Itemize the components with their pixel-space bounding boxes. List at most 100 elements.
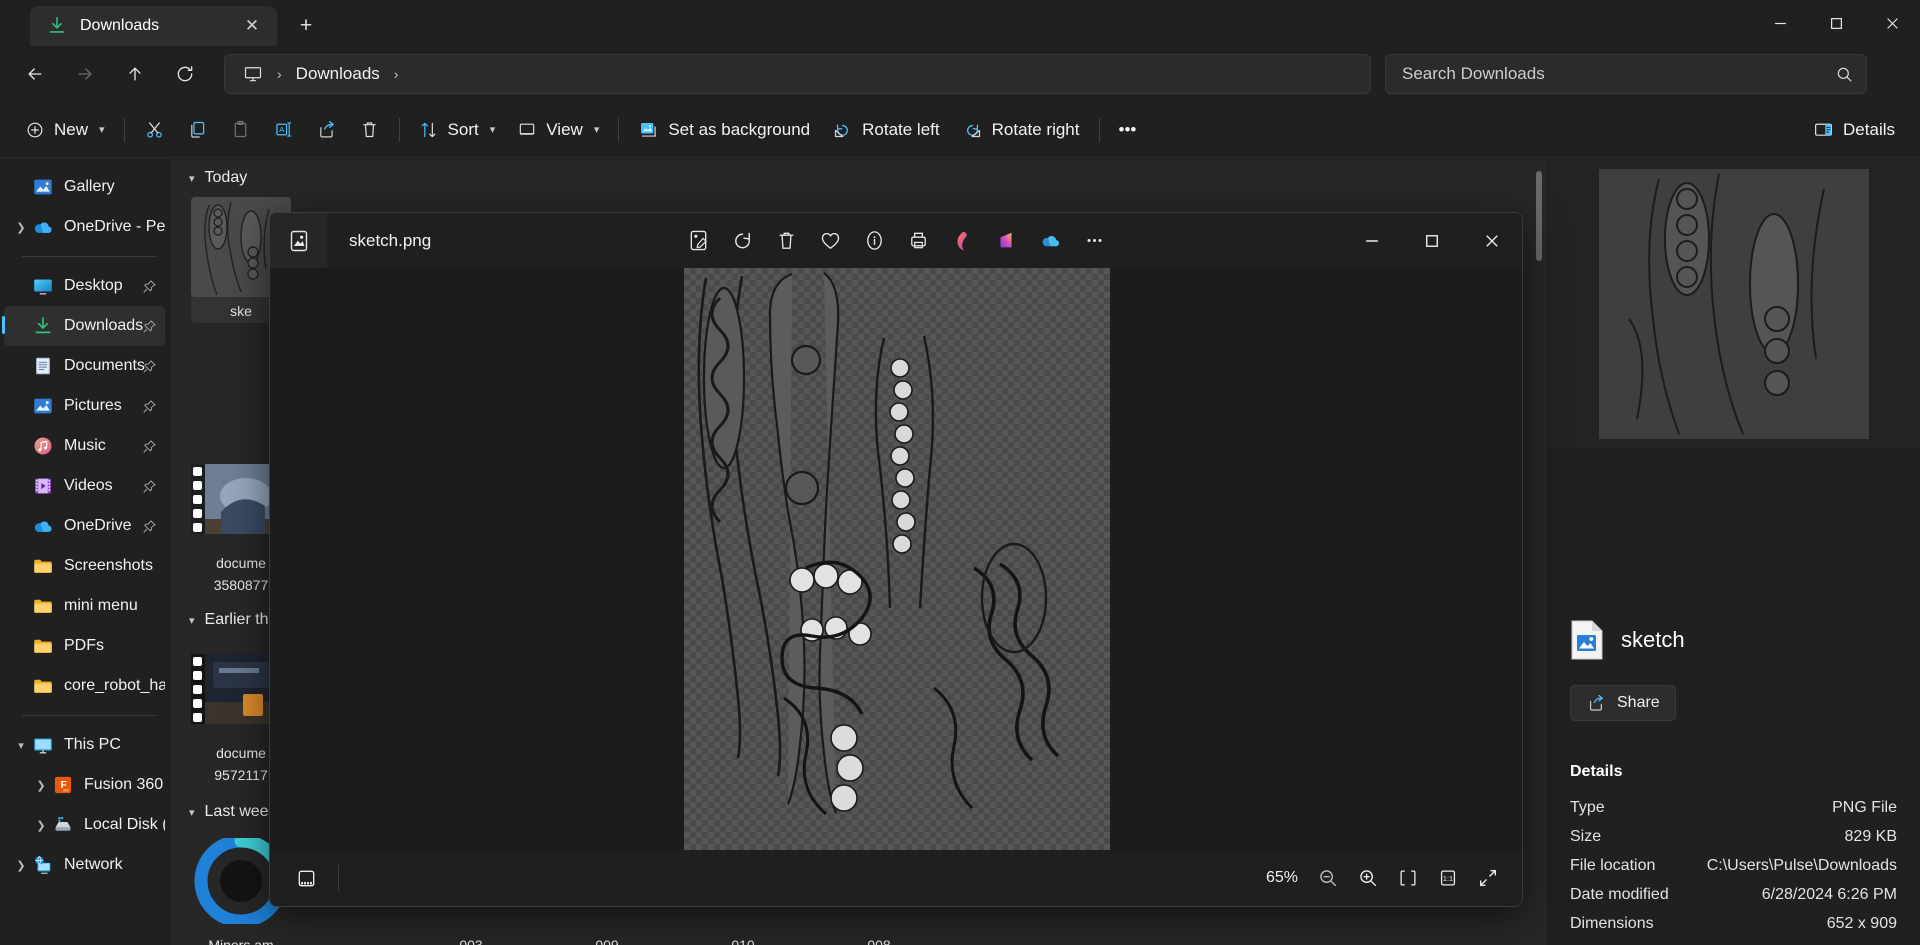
file-explorer-window: Downloads ✕ + › Downloads › Search Downl… — [0, 0, 1920, 945]
chevron-down-icon[interactable]: ▾ — [189, 806, 195, 819]
delete-icon[interactable] — [766, 221, 806, 261]
chevron-right-icon[interactable]: ❯ — [30, 819, 52, 832]
sidebar-item-label: Network — [64, 856, 123, 873]
rename-button[interactable]: A — [262, 110, 305, 150]
paste-button[interactable] — [219, 110, 262, 150]
breadcrumb-this-pc[interactable] — [235, 60, 271, 88]
pin-icon[interactable] — [142, 399, 157, 414]
clipchamp-icon[interactable] — [986, 221, 1026, 261]
refresh-button[interactable] — [164, 55, 206, 93]
new-tab-button[interactable]: + — [289, 9, 323, 43]
sidebar-item-local-disk-c[interactable]: ❯ Local Disk (C — [4, 805, 165, 845]
back-button[interactable] — [14, 55, 56, 93]
fit-to-window-icon[interactable] — [1388, 858, 1428, 898]
pin-icon[interactable] — [142, 519, 157, 534]
onedrive-cloud-icon[interactable] — [1030, 221, 1070, 261]
search-input[interactable]: Search Downloads — [1385, 54, 1867, 94]
delete-button[interactable] — [348, 110, 391, 150]
scrollbar-thumb[interactable] — [1536, 171, 1542, 261]
sidebar-item-videos[interactable]: Videos — [4, 466, 165, 506]
command-toolbar: New ▾ A Sort ▾ View ▾ Set as background … — [0, 102, 1920, 158]
sidebar-item-pdfs[interactable]: PDFs — [4, 626, 165, 666]
set-as-background-button[interactable]: Set as background — [627, 110, 821, 150]
navigation-sidebar[interactable]: Gallery ❯ OneDrive - Pe Desktop Download… — [0, 159, 171, 945]
viewer-maximize-button[interactable] — [1402, 213, 1462, 268]
sidebar-item-onedrive[interactable]: OneDrive — [4, 506, 165, 546]
pin-icon[interactable] — [142, 479, 157, 494]
actual-size-icon[interactable]: 1:1 — [1428, 858, 1468, 898]
maximize-button[interactable] — [1808, 0, 1864, 46]
sidebar-item-mini-menu[interactable]: mini menu — [4, 586, 165, 626]
filmstrip-icon[interactable] — [286, 858, 326, 898]
chevron-right-icon[interactable]: ❯ — [10, 221, 32, 234]
toolbar-divider-2 — [398, 117, 400, 142]
tab-downloads[interactable]: Downloads ✕ — [30, 6, 277, 46]
share-button[interactable]: Share — [1570, 685, 1676, 721]
folder-icon — [32, 635, 54, 657]
sidebar-item-onedrive-personal[interactable]: ❯ OneDrive - Pe — [4, 207, 165, 247]
minimize-button[interactable] — [1752, 0, 1808, 46]
print-icon[interactable] — [898, 221, 938, 261]
chevron-down-icon[interactable]: ▾ — [10, 739, 32, 752]
pin-icon[interactable] — [142, 359, 157, 374]
rotate-icon[interactable] — [722, 221, 762, 261]
pin-icon[interactable] — [142, 319, 157, 334]
sidebar-item-this-pc[interactable]: ▾ This PC — [4, 725, 165, 765]
favorite-icon[interactable] — [810, 221, 850, 261]
sort-button[interactable]: Sort ▾ — [408, 110, 507, 150]
designer-icon[interactable] — [942, 221, 982, 261]
sidebar-item-downloads[interactable]: Downloads — [2, 306, 165, 346]
rotate-left-button[interactable]: Rotate left — [821, 110, 951, 150]
search-icon[interactable] — [1835, 65, 1854, 84]
more-icon[interactable] — [1074, 221, 1114, 261]
chevron-down-icon[interactable]: ▾ — [189, 614, 195, 627]
sidebar-item-screenshots[interactable]: Screenshots — [4, 546, 165, 586]
new-button[interactable]: New ▾ — [14, 110, 116, 150]
sidebar-item-network[interactable]: ❯ Network — [4, 845, 165, 885]
sidebar-item-desktop[interactable]: Desktop — [4, 266, 165, 306]
up-button[interactable] — [114, 55, 156, 93]
zoom-out-icon[interactable] — [1308, 858, 1348, 898]
details-row: Dimensions 652 x 909 — [1570, 915, 1897, 933]
sidebar-item-gallery[interactable]: Gallery — [4, 167, 165, 207]
content-scrollbar[interactable] — [1533, 159, 1545, 945]
details-section-title: Details — [1570, 763, 1623, 780]
pin-icon[interactable] — [142, 279, 157, 294]
photos-viewer-window[interactable]: sketch.png 65% 1:1 — [269, 212, 1523, 907]
folder-icon — [32, 675, 54, 697]
chevron-right-icon[interactable]: ❯ — [10, 859, 32, 872]
cut-button[interactable] — [133, 110, 176, 150]
info-icon[interactable] — [854, 221, 894, 261]
close-button[interactable] — [1864, 0, 1920, 46]
svg-text:360: 360 — [63, 789, 69, 793]
close-tab-icon[interactable]: ✕ — [237, 11, 267, 41]
chevron-down-icon[interactable]: ▾ — [189, 172, 195, 185]
sidebar-item-label: Screenshots — [64, 557, 153, 574]
zoom-in-icon[interactable] — [1348, 858, 1388, 898]
rotate-right-button[interactable]: Rotate right — [951, 110, 1091, 150]
copy-button[interactable] — [176, 110, 219, 150]
sidebar-item-core-robot-ha[interactable]: core_robot_ha — [4, 666, 165, 706]
pictures-icon — [32, 395, 54, 417]
more-options-button[interactable]: ••• — [1108, 110, 1148, 150]
breadcrumb-downloads[interactable]: Downloads — [288, 60, 388, 88]
view-button[interactable]: View ▾ — [506, 110, 610, 150]
sidebar-item-documents[interactable]: Documents — [4, 346, 165, 386]
pin-icon[interactable] — [142, 439, 157, 454]
sidebar-item-fusion-360[interactable]: ❯ F 360 Fusion 360 — [4, 765, 165, 805]
viewer-image-canvas[interactable] — [270, 268, 1522, 852]
address-bar[interactable]: › Downloads › — [224, 54, 1371, 94]
fullscreen-icon[interactable] — [1468, 858, 1508, 898]
share-button[interactable] — [305, 110, 348, 150]
details-pane-button[interactable]: Details — [1802, 110, 1906, 150]
edit-image-icon[interactable] — [678, 221, 718, 261]
sidebar-item-pictures[interactable]: Pictures — [4, 386, 165, 426]
sidebar-item-label: Local Disk (C — [84, 816, 165, 833]
viewer-minimize-button[interactable] — [1342, 213, 1402, 268]
sidebar-item-label: core_robot_ha — [64, 677, 165, 694]
forward-button[interactable] — [64, 55, 106, 93]
sidebar-item-music[interactable]: Music — [4, 426, 165, 466]
chevron-right-icon[interactable]: ❯ — [30, 779, 52, 792]
group-header-today[interactable]: ▾ Today — [171, 159, 1545, 191]
viewer-close-button[interactable] — [1462, 213, 1522, 268]
